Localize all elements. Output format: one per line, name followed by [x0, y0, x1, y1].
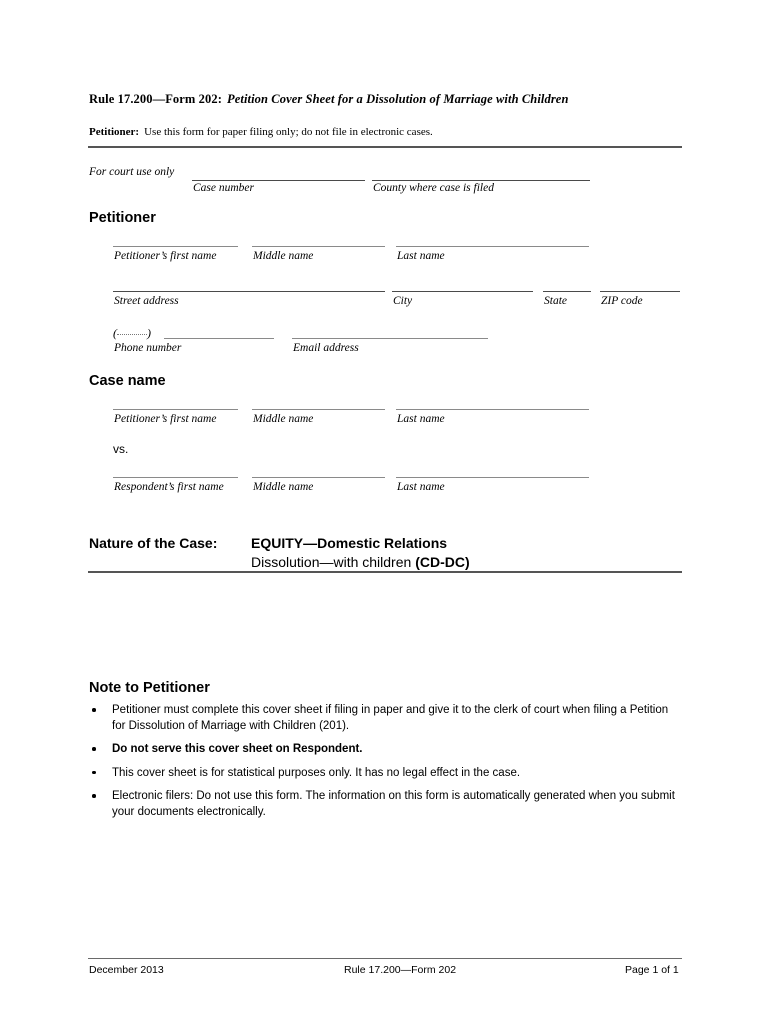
petitioner-middle-name-caption: Middle name	[253, 250, 314, 262]
petitioner-state-field[interactable]	[543, 291, 591, 292]
footer-form-reference: Rule 17.200—Form 202	[344, 964, 457, 976]
case-name-petitioner-last-name-field[interactable]	[396, 409, 589, 410]
petitioner-instruction-text: Use this form for paper filing only; do …	[144, 126, 433, 138]
petitioner-instruction: Petitioner: Use this form for paper filin…	[89, 126, 433, 138]
nature-of-case-subtype-text: Dissolution—with children	[251, 554, 416, 570]
petitioner-instruction-label: Petitioner:	[89, 126, 140, 138]
petitioner-state-caption: State	[544, 295, 567, 307]
phone-area-code-blank[interactable]	[117, 334, 147, 335]
case-name-petitioner-first-name-field[interactable]	[113, 409, 238, 410]
page-title: Rule 17.200—Form 202: Petition Cover Shee…	[89, 92, 569, 107]
petitioner-street-address-caption: Street address	[114, 295, 179, 307]
phone-paren-open: (	[113, 326, 117, 340]
nature-of-case-category: EQUITY—Domestic Relations	[251, 535, 448, 551]
petitioner-first-name-field[interactable]	[113, 246, 238, 247]
case-name-petitioner-middle-name-caption: Middle name	[253, 413, 314, 425]
case-name-respondent-first-name-field[interactable]	[113, 477, 238, 478]
footer-date: December 2013	[89, 964, 164, 976]
case-number-caption: Case number	[193, 182, 255, 194]
list-item-text: Petitioner must complete this cover shee…	[112, 704, 669, 732]
nature-of-case-code: (CD-DC)	[415, 554, 470, 570]
list-item: Do not serve this cover sheet on Respond…	[89, 742, 684, 758]
case-name-petitioner-first-name-caption: Petitioner’s first name	[114, 413, 217, 425]
list-item-text: Electronic filers: Do not use this form.…	[112, 790, 675, 818]
case-name-respondent-first-name-caption: Respondent’s first name	[114, 481, 224, 493]
petitioner-middle-name-field[interactable]	[252, 246, 385, 247]
petitioner-last-name-caption: Last name	[397, 250, 445, 262]
list-item-text: This cover sheet is for statistical purp…	[112, 766, 521, 779]
phone-paren-close: )	[147, 326, 151, 340]
section-heading-note-to-petitioner: Note to Petitioner	[89, 680, 210, 696]
case-name-petitioner-last-name-caption: Last name	[397, 413, 445, 425]
phone-area-code-field[interactable]: ()	[113, 326, 151, 341]
petitioner-email-address-caption: Email address	[293, 342, 359, 354]
petitioner-zip-code-field[interactable]	[600, 291, 680, 292]
header-divider	[88, 146, 682, 148]
petitioner-street-address-field[interactable]	[113, 291, 385, 292]
case-name-respondent-middle-name-field[interactable]	[252, 477, 385, 478]
petitioner-email-address-field[interactable]	[292, 338, 488, 339]
petitioner-phone-number-caption: Phone number	[114, 342, 182, 354]
form-page: Rule 17.200—Form 202: Petition Cover Shee…	[0, 0, 770, 1024]
section-heading-petitioner: Petitioner	[89, 210, 156, 226]
bullet-icon	[92, 708, 96, 712]
case-name-respondent-last-name-caption: Last name	[397, 481, 445, 493]
section-heading-case-name: Case name	[89, 373, 166, 389]
bullet-icon	[92, 770, 96, 774]
note-bullet-list: Petitioner must complete this cover shee…	[89, 703, 684, 828]
county-caption: County where case is filed	[373, 182, 494, 194]
nature-of-case-divider	[88, 571, 682, 573]
list-item: This cover sheet is for statistical purp…	[89, 766, 684, 782]
case-name-respondent-last-name-field[interactable]	[396, 477, 589, 478]
petitioner-phone-number-field[interactable]	[164, 338, 274, 339]
footer-page-number: Page 1 of 1	[625, 964, 679, 976]
list-item-text: Do not serve this cover sheet on Respond…	[112, 743, 363, 755]
case-name-respondent-middle-name-caption: Middle name	[253, 481, 314, 493]
petitioner-first-name-caption: Petitioner’s first name	[114, 250, 217, 262]
court-use-only-label: For court use only	[89, 166, 175, 178]
case-name-petitioner-middle-name-field[interactable]	[252, 409, 385, 410]
page-title-rule: Rule 17.200—Form 202:	[89, 92, 222, 106]
petitioner-zip-code-caption: ZIP code	[601, 295, 643, 307]
page-title-subject: Petition Cover Sheet for a Dissolution o…	[226, 92, 569, 106]
bullet-icon	[92, 794, 96, 798]
petitioner-city-caption: City	[393, 295, 413, 307]
petitioner-city-field[interactable]	[392, 291, 533, 292]
nature-of-case-subtype: Dissolution—with children (CD-DC)	[251, 554, 470, 570]
versus-label: vs.	[113, 442, 129, 456]
list-item: Petitioner must complete this cover shee…	[89, 703, 684, 734]
list-item: Electronic filers: Do not use this form.…	[89, 789, 684, 820]
footer-divider	[88, 958, 682, 959]
petitioner-last-name-field[interactable]	[396, 246, 589, 247]
bullet-icon	[92, 747, 96, 751]
nature-of-case-label: Nature of the Case:	[89, 535, 218, 551]
